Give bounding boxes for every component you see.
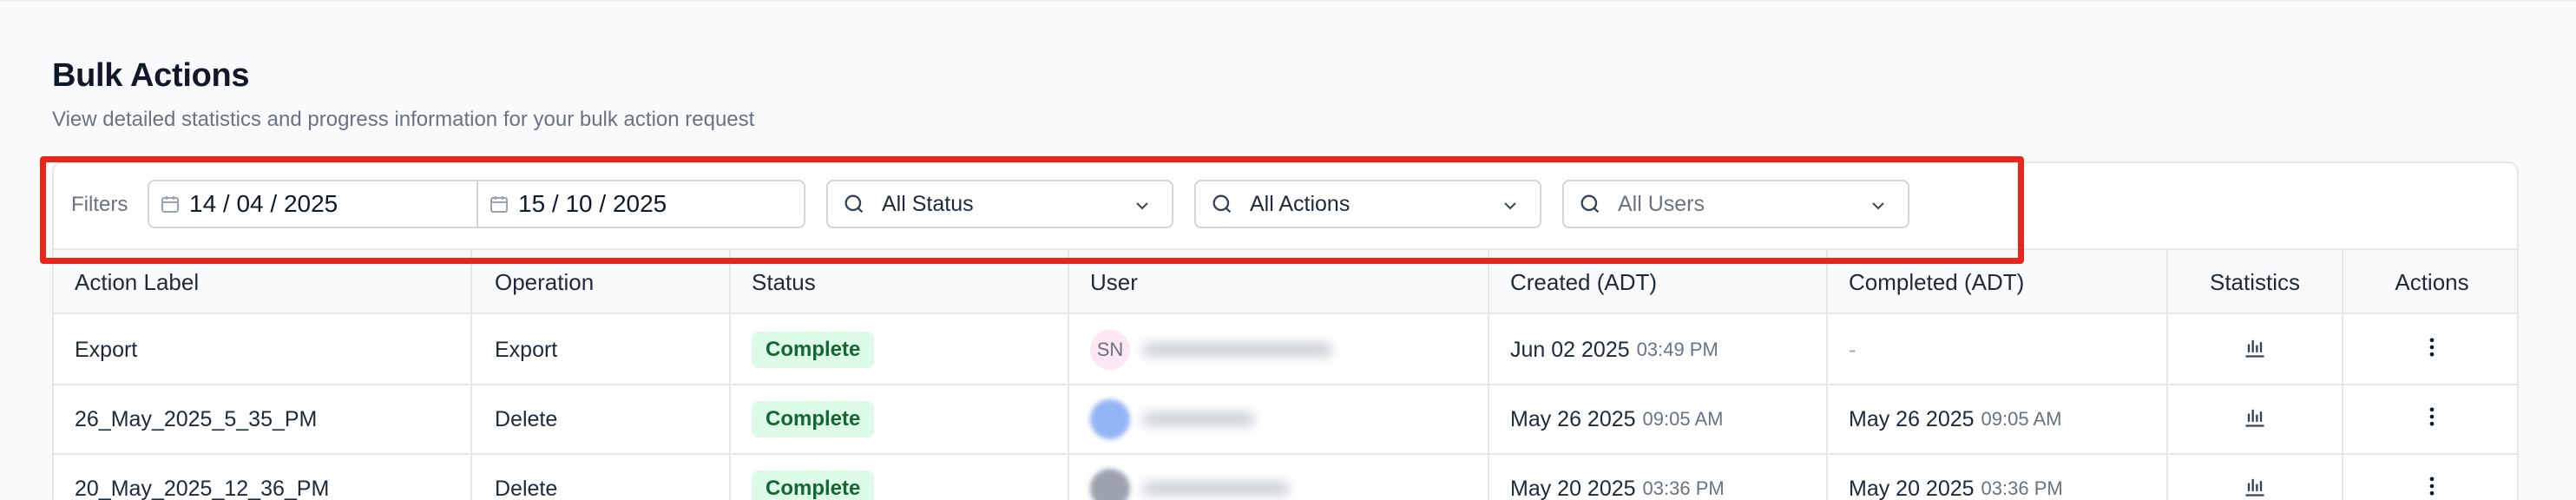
column-header-completed: Completed (ADT)	[1849, 268, 2025, 295]
status-badge: Complete	[752, 401, 875, 438]
completed-date: May 26 2025	[1849, 406, 1975, 431]
actions-cell	[2345, 455, 2519, 500]
user-cell: SN	[1090, 316, 1333, 384]
date-range-picker[interactable]: 14 / 04 / 2025 15 / 10 / 2025	[148, 180, 805, 228]
chevron-down-icon	[1132, 195, 1153, 216]
operation-cell: Delete	[495, 406, 558, 431]
completed-time: 03:36 PM	[1981, 477, 2063, 499]
action-label-cell: Export	[75, 337, 138, 362]
column-header-statistics: Statistics	[2209, 268, 2301, 295]
column-divider	[2342, 248, 2343, 500]
status-cell: Complete	[752, 316, 875, 384]
column-divider	[470, 248, 472, 500]
actions-cell	[2345, 385, 2519, 453]
table-header: Action Label Operation Status User Creat…	[54, 248, 2517, 314]
search-icon	[1210, 192, 1234, 216]
kebab-menu-icon[interactable]	[2420, 335, 2444, 365]
statistics-cell	[2168, 455, 2342, 500]
users-select[interactable]: All Users	[1562, 180, 1909, 228]
actions-cell	[2345, 316, 2519, 384]
search-icon	[1578, 192, 1602, 216]
column-divider	[1826, 248, 1828, 500]
action-label-cell: 20_May_2025_12_36_PM	[75, 476, 330, 500]
column-divider	[1488, 248, 1489, 500]
date-from-value: 14 / 04 / 2025	[189, 190, 338, 217]
action-label-cell: 26_May_2025_5_35_PM	[75, 406, 318, 431]
actions-select[interactable]: All Actions	[1194, 180, 1541, 228]
kebab-menu-icon[interactable]	[2420, 474, 2444, 500]
completed-cell: May 20 2025 03:36 PM	[1849, 455, 2063, 500]
table-row[interactable]: 20_May_2025_12_36_PM Delete Complete May…	[54, 455, 2517, 500]
date-to-field[interactable]: 15 / 10 / 2025	[476, 181, 804, 227]
created-date: May 26 2025	[1510, 406, 1636, 431]
redacted-user-name	[1142, 411, 1255, 427]
chevron-down-icon	[1868, 195, 1889, 216]
table-row[interactable]: 26_May_2025_5_35_PM Delete Complete May …	[54, 385, 2517, 455]
bar-chart-icon[interactable]	[2243, 405, 2267, 435]
kebab-menu-icon[interactable]	[2420, 405, 2444, 435]
status-select-value: All Status	[882, 191, 974, 216]
column-header-created: Created (ADT)	[1510, 268, 1658, 295]
bar-chart-icon[interactable]	[2243, 474, 2267, 500]
status-badge: Complete	[752, 332, 875, 368]
column-header-actions: Actions	[2395, 268, 2469, 295]
created-cell: May 20 2025 03:36 PM	[1510, 455, 1725, 500]
avatar: SN	[1090, 330, 1130, 370]
avatar	[1090, 469, 1130, 500]
user-cell	[1090, 455, 1290, 500]
statistics-cell	[2168, 385, 2342, 453]
operation-cell: Delete	[495, 476, 558, 500]
created-time: 03:36 PM	[1642, 477, 1725, 499]
status-cell: Complete	[752, 385, 875, 453]
column-header-status: Status	[752, 268, 816, 295]
user-cell	[1090, 385, 1255, 453]
chevron-down-icon	[1500, 195, 1521, 216]
operation-cell: Export	[495, 337, 558, 362]
users-select-value: All Users	[1618, 191, 1705, 216]
top-border	[0, 0, 2576, 2]
created-cell: Jun 02 2025 03:49 PM	[1510, 316, 1718, 384]
completed-cell: -	[1849, 337, 1856, 362]
calendar-icon	[160, 194, 181, 214]
completed-cell: May 26 2025 09:05 AM	[1849, 385, 2062, 453]
created-date: May 20 2025	[1510, 476, 1636, 500]
status-cell: Complete	[752, 455, 875, 500]
search-icon	[842, 192, 866, 216]
page-title: Bulk Actions	[52, 57, 250, 94]
avatar	[1090, 399, 1130, 439]
statistics-cell	[2168, 316, 2342, 384]
completed-date: May 20 2025	[1849, 476, 1975, 500]
bar-chart-icon[interactable]	[2243, 335, 2267, 365]
column-header-action-label: Action Label	[75, 268, 200, 295]
date-from-field[interactable]: 14 / 04 / 2025	[149, 181, 476, 227]
column-divider	[2166, 248, 2168, 500]
date-to-value: 15 / 10 / 2025	[518, 190, 667, 217]
redacted-user-name	[1142, 481, 1290, 497]
redacted-user-name	[1142, 342, 1333, 358]
page-subtitle: View detailed statistics and progress in…	[52, 108, 755, 131]
created-date: Jun 02 2025	[1510, 337, 1630, 362]
table-row[interactable]: Export Export Complete SN Jun 02 2025 03…	[54, 316, 2517, 385]
column-divider	[729, 248, 731, 500]
actions-select-value: All Actions	[1250, 191, 1350, 216]
created-time: 09:05 AM	[1642, 408, 1724, 430]
completed-time: 09:05 AM	[1981, 408, 2062, 430]
status-select[interactable]: All Status	[826, 180, 1173, 228]
column-divider	[1068, 248, 1069, 500]
filters-label: Filters	[71, 193, 128, 216]
column-header-user: User	[1090, 268, 1138, 295]
calendar-icon	[489, 194, 509, 214]
column-header-operation: Operation	[495, 268, 595, 295]
status-badge: Complete	[752, 470, 875, 500]
created-cell: May 26 2025 09:05 AM	[1510, 385, 1724, 453]
created-time: 03:49 PM	[1636, 339, 1718, 360]
